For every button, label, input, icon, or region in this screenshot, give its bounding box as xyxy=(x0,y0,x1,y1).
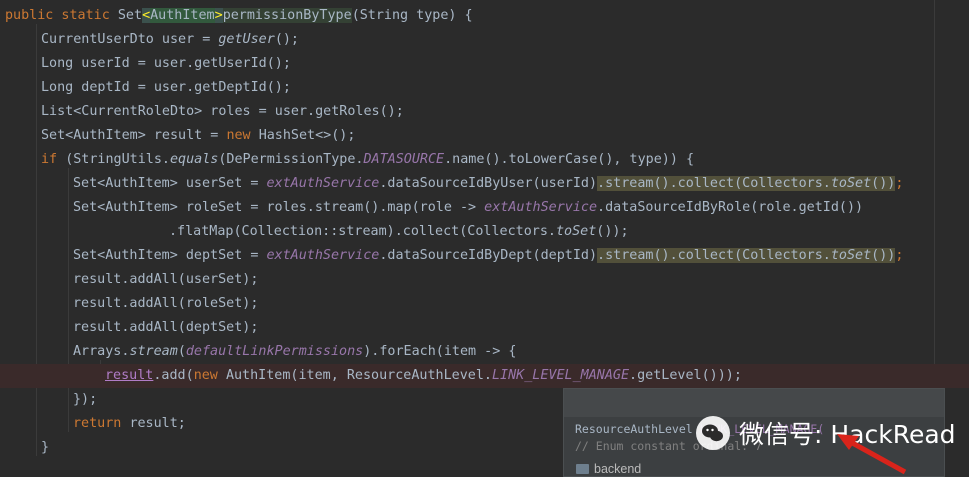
code-token: ; xyxy=(895,176,904,191)
code-token: ( xyxy=(177,344,186,359)
code-token: .getLevel())); xyxy=(629,368,742,383)
code-token: toSet xyxy=(830,248,872,263)
code-token: extAuthService xyxy=(484,200,598,215)
code-token: ()) xyxy=(871,248,896,263)
code-token: .stream().collect(Collectors. xyxy=(597,176,831,191)
code-token: CurrentUserDto user = xyxy=(41,32,219,47)
code-token: .name().toLowerCase(), type)) { xyxy=(444,152,695,167)
code-token: DATASOURCE xyxy=(363,152,445,167)
code-token: ; xyxy=(895,248,904,263)
code-token: AuthItem(item, ResourceAuthLevel. xyxy=(225,368,492,383)
code-token: Long userId = user.getUserId(); xyxy=(41,56,291,71)
code-line[interactable]: result.addAll(userSet); xyxy=(0,268,969,292)
code-token: return xyxy=(73,416,130,431)
code-token: permissionByType xyxy=(222,8,352,23)
code-line[interactable]: result.add(new AuthItem(item, ResourceAu… xyxy=(0,364,969,388)
wechat-logo-icon xyxy=(695,415,731,451)
code-token: new xyxy=(193,368,226,383)
folder-icon xyxy=(576,464,589,474)
popup-module-label: backend xyxy=(594,462,642,476)
popup-signature-type: ResourceAuthLevel xyxy=(575,422,700,436)
code-line-method-signature[interactable]: public static Set<AuthItem>permissionByT… xyxy=(0,4,969,28)
code-token: (String type) { xyxy=(351,8,473,23)
popup-header xyxy=(564,389,944,417)
code-line[interactable]: CurrentUserDto user = getUser(); xyxy=(0,28,969,52)
code-token: toSet xyxy=(830,176,872,191)
code-token: (DePermissionType. xyxy=(218,152,364,167)
code-token: stream xyxy=(129,344,178,359)
code-token: result xyxy=(105,368,154,383)
code-token: .dataSourceIdByDept(deptId) xyxy=(379,248,598,263)
code-token: ()) xyxy=(871,176,896,191)
code-token: } xyxy=(41,440,50,455)
code-token: ()); xyxy=(596,224,629,239)
code-token: Set<AuthItem> roleSet = roles.stream().m… xyxy=(73,200,485,215)
code-token: Set xyxy=(117,8,143,23)
code-token: List<CurrentRoleDto> roles = user.getRol… xyxy=(41,104,404,119)
code-token: (StringUtils. xyxy=(65,152,170,167)
code-line[interactable]: Set<AuthItem> roleSet = roles.stream().m… xyxy=(0,196,969,220)
code-line[interactable]: .flatMap(Collection::stream).collect(Col… xyxy=(0,220,969,244)
code-token: extAuthService xyxy=(266,248,380,263)
code-token: result; xyxy=(129,416,186,431)
code-token: toSet xyxy=(555,224,597,239)
code-token: extAuthService xyxy=(266,176,380,191)
code-line[interactable]: Set<AuthItem> deptSet = extAuthService.d… xyxy=(0,244,969,268)
code-token: getUser xyxy=(218,32,275,47)
code-line[interactable]: result.addAll(roleSet); xyxy=(0,292,969,316)
code-token: result.addAll(roleSet); xyxy=(73,296,259,311)
code-line[interactable]: Arrays.stream(defaultLinkPermissions).fo… xyxy=(0,340,969,364)
code-token: result.addAll(userSet); xyxy=(73,272,259,287)
code-token: public static xyxy=(5,8,118,23)
code-token: < xyxy=(142,8,151,23)
watermark: 微信号: HackRead xyxy=(695,415,956,451)
code-line[interactable]: if (StringUtils.equals(DePermissionType.… xyxy=(0,148,969,172)
code-token: LINK_LEVEL_MANAGE xyxy=(491,368,630,383)
code-line[interactable]: result.addAll(deptSet); xyxy=(0,316,969,340)
code-token: .flatMap(Collection::stream).collect(Col… xyxy=(169,224,556,239)
code-token: Set<AuthItem> deptSet = xyxy=(73,248,267,263)
popup-module-item[interactable]: backend xyxy=(576,462,641,476)
code-line[interactable]: Long deptId = user.getDeptId(); xyxy=(0,76,969,100)
code-token: .dataSourceIdByUser(userId) xyxy=(379,176,598,191)
code-token: defaultLinkPermissions xyxy=(185,344,364,359)
code-token: .stream().collect(Collectors. xyxy=(597,248,831,263)
code-token: .add( xyxy=(153,368,194,383)
code-token: (); xyxy=(274,32,299,47)
code-token: if xyxy=(41,152,66,167)
code-token: AuthItem xyxy=(150,8,215,23)
code-token: new xyxy=(226,128,259,143)
code-token: > xyxy=(214,8,223,23)
code-line[interactable]: Set<AuthItem> result = new HashSet<>(); xyxy=(0,124,969,148)
red-arrow-icon xyxy=(837,434,907,475)
code-token: ).forEach(item -> { xyxy=(363,344,517,359)
code-token: Long deptId = user.getDeptId(); xyxy=(41,80,291,95)
code-token: Arrays. xyxy=(73,344,130,359)
code-line[interactable]: List<CurrentRoleDto> roles = user.getRol… xyxy=(0,100,969,124)
code-token: Set<AuthItem> result = xyxy=(41,128,227,143)
code-token: Set<AuthItem> userSet = xyxy=(73,176,267,191)
code-token: equals xyxy=(170,152,219,167)
code-token: .dataSourceIdByRole(role.getId()) xyxy=(597,200,864,215)
code-token: }); xyxy=(73,392,98,407)
code-line[interactable]: Long userId = user.getUserId(); xyxy=(0,52,969,76)
code-token: HashSet<>(); xyxy=(258,128,356,143)
code-token: result.addAll(deptSet); xyxy=(73,320,259,335)
code-line[interactable]: Set<AuthItem> userSet = extAuthService.d… xyxy=(0,172,969,196)
